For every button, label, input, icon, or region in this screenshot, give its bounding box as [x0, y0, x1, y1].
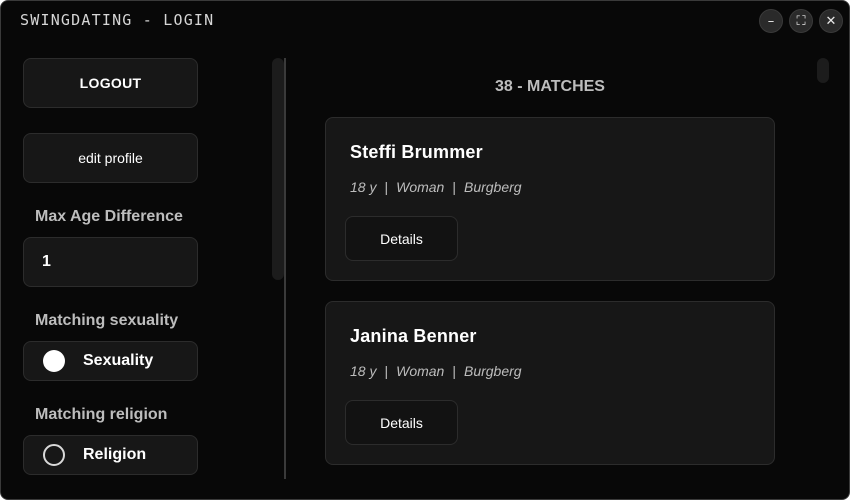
minimize-icon[interactable]: – — [759, 9, 783, 33]
max-age-label: Max Age Difference — [35, 208, 183, 225]
window-title: SWINGDATING - LOGIN — [20, 11, 215, 29]
match-city: Burgberg — [463, 179, 522, 195]
matching-religion-label: Matching religion — [35, 406, 168, 423]
details-button[interactable]: Details — [345, 400, 458, 445]
match-age: 18 y — [350, 179, 377, 195]
details-button[interactable]: Details — [345, 216, 458, 261]
matches-scrollbar[interactable] — [817, 58, 829, 83]
meta-separator: | — [384, 363, 389, 379]
sexuality-option-label: Sexuality — [83, 352, 154, 369]
divider — [284, 58, 286, 479]
close-icon[interactable]: ✕ — [819, 9, 843, 33]
match-meta: 18 y | Woman | Burgberg — [350, 363, 522, 379]
match-card: Steffi Brummer 18 y | Woman | Burgberg Detai… — [325, 117, 775, 281]
match-name: Janina Benner — [350, 326, 477, 346]
radio-unchecked-icon[interactable] — [43, 444, 65, 466]
radio-checked-icon[interactable] — [43, 350, 65, 372]
match-age: 18 y — [350, 363, 377, 379]
match-meta: 18 y | Woman | Burgberg — [350, 179, 522, 195]
matching-sexuality-label: Matching sexuality — [35, 312, 179, 329]
match-gender: Woman — [396, 363, 445, 379]
match-city: Burgberg — [463, 363, 522, 379]
logout-button[interactable]: LOGOUT — [23, 58, 198, 108]
match-name: Steffi Brummer — [350, 142, 483, 162]
sidebar-scrollbar[interactable] — [272, 58, 284, 280]
app-window: SWINGDATING - LOGIN – ⛶ ✕ LOGOUT edit pr… — [0, 0, 850, 500]
religion-option-label: Religion — [83, 446, 147, 463]
religion-toggle[interactable]: Religion — [23, 435, 198, 475]
meta-separator: | — [384, 179, 389, 195]
sexuality-toggle[interactable]: Sexuality — [23, 341, 198, 381]
match-card: Janina Benner 18 y | Woman | Burgberg Detail… — [325, 301, 775, 465]
meta-separator: | — [452, 363, 456, 379]
matches-count: 38 - MATCHES — [495, 78, 605, 95]
meta-separator: | — [452, 179, 456, 195]
max-age-input[interactable] — [23, 237, 198, 287]
maximize-icon[interactable]: ⛶ — [789, 9, 813, 33]
edit-profile-button[interactable]: edit profile — [23, 133, 198, 183]
match-gender: Woman — [396, 179, 445, 195]
